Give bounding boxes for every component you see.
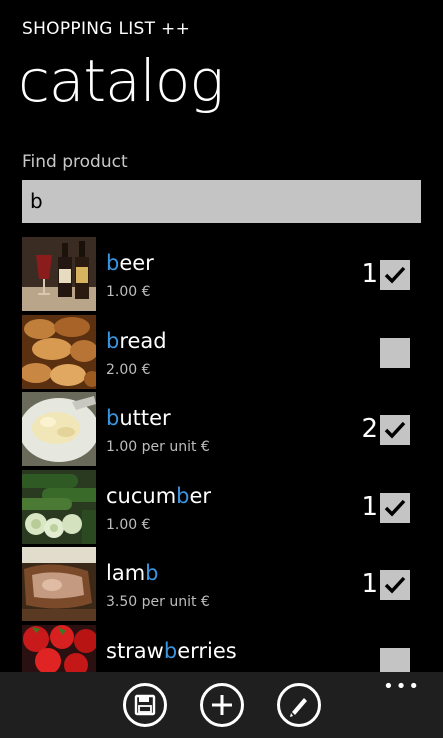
checkmark-icon (384, 421, 406, 439)
product-quantity: 1 (361, 491, 378, 522)
lamb-image (22, 547, 96, 621)
strawberries-image (22, 624, 96, 672)
product-checkbox[interactable] (380, 492, 410, 523)
add-icon (212, 695, 232, 715)
checkmark-icon (384, 266, 406, 284)
butter-image (22, 392, 96, 466)
product-price: 2.00 € (106, 361, 151, 378)
checkmark-icon (384, 576, 406, 594)
product-checkbox[interactable] (380, 415, 410, 445)
product-name: beer (106, 251, 154, 275)
product-checkbox[interactable] (380, 570, 410, 600)
product-row-strawberries[interactable]: strawberries (22, 624, 422, 672)
product-list: beer 1.00 € 1 bread 2.00 € butter 1.00 p… (22, 237, 422, 672)
product-row-butter[interactable]: butter 1.00 per unit € 2 (22, 392, 422, 470)
save-button[interactable] (123, 683, 167, 727)
cucumber-image (22, 469, 96, 544)
edit-button[interactable] (277, 683, 321, 727)
product-row-beer[interactable]: beer 1.00 € 1 (22, 237, 422, 315)
search-input[interactable]: b (22, 180, 421, 223)
product-price: 3.50 per unit € (106, 594, 210, 610)
product-price: 1.00 per unit € (106, 439, 210, 455)
product-checkbox[interactable] (380, 260, 410, 290)
product-name: strawberries (106, 638, 237, 663)
product-checkbox[interactable] (380, 337, 410, 368)
product-quantity: 1 (361, 569, 378, 599)
app-bar: ••• (0, 672, 443, 738)
product-quantity: 1 (361, 259, 378, 289)
edit-icon (290, 698, 307, 717)
save-icon (134, 694, 156, 716)
product-name: lamb (106, 561, 159, 585)
more-options-button[interactable]: ••• (383, 678, 421, 696)
page-title: catalog (18, 47, 224, 115)
find-product-label: Find product (22, 152, 128, 172)
product-price: 1.00 € (106, 284, 151, 300)
product-row-lamb[interactable]: lamb 3.50 per unit € 1 (22, 547, 422, 625)
add-button[interactable] (200, 683, 244, 727)
product-quantity: 2 (361, 414, 378, 444)
app-title: SHOPPING LIST ++ (22, 19, 191, 39)
product-price: 1.00 € (106, 516, 151, 533)
bread-image (22, 314, 96, 389)
product-name: bread (106, 328, 167, 353)
product-name: cucumber (106, 483, 212, 508)
beer-image (22, 237, 96, 311)
product-row-bread[interactable]: bread 2.00 € (22, 314, 422, 393)
checkmark-icon (384, 499, 406, 517)
product-name: butter (106, 406, 171, 430)
product-row-cucumber[interactable]: cucumber 1.00 € 1 (22, 469, 422, 548)
product-checkbox[interactable] (380, 647, 410, 672)
